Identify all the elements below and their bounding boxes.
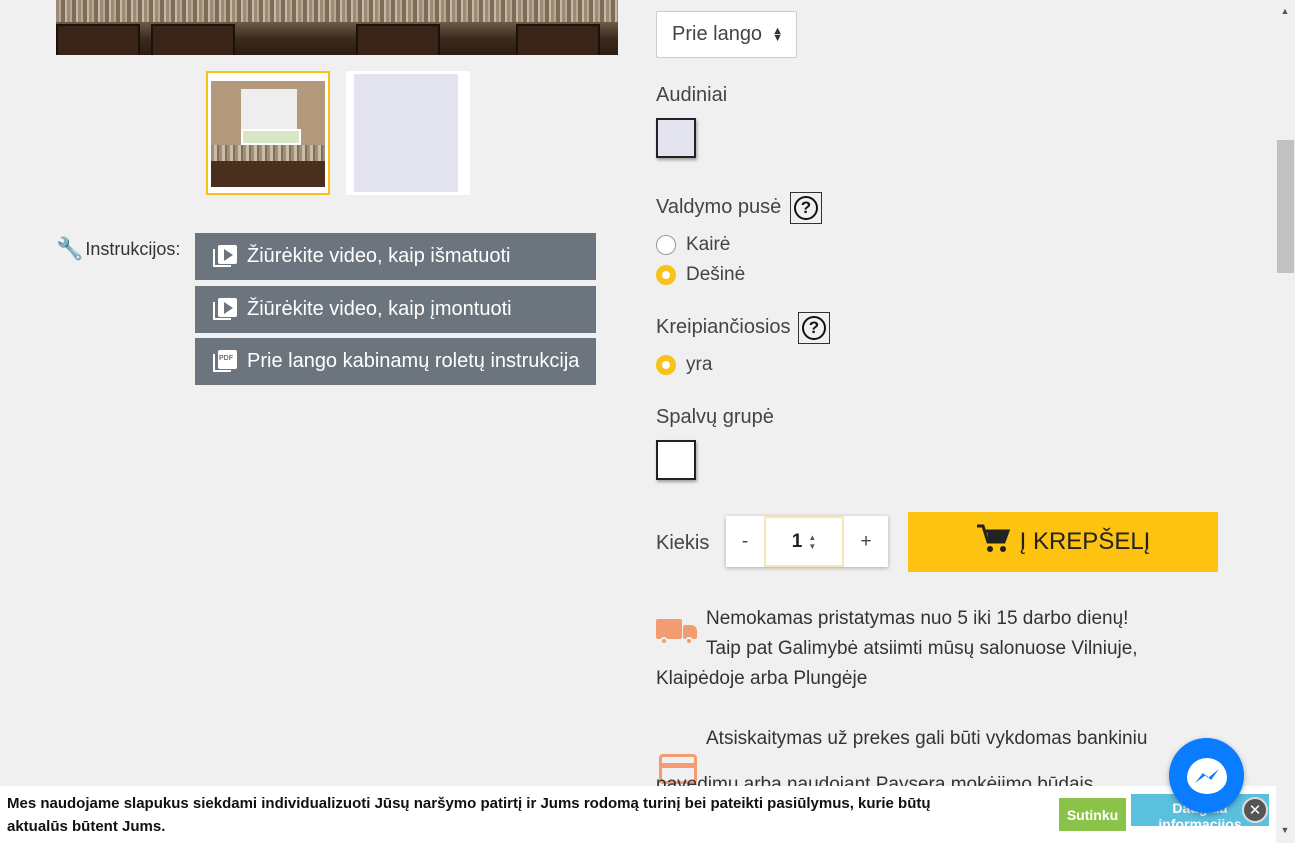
delivery-line-1: Nemokamas pristatymas nuo 5 iki 15 darbo… <box>706 608 1129 629</box>
radio-right-label: Dešinė <box>686 264 746 285</box>
radio-guides-yes[interactable]: yra <box>656 354 712 376</box>
video-measure-label: Žiūrėkite video, kaip išmatuoti <box>247 245 511 267</box>
main-product-image <box>56 0 618 55</box>
wrench-icon: 🔧 <box>56 236 84 261</box>
question-icon: ? <box>794 196 818 220</box>
select-arrows-icon: ▲ ▼ <box>772 24 783 44</box>
radio-guides-yes-label: yra <box>686 354 713 375</box>
thumbnail-fabric[interactable] <box>346 71 470 195</box>
quantity-stepper: - 1 ▲ ▼ + <box>726 516 888 567</box>
shopping-cart-icon <box>976 524 1010 561</box>
quantity-plus-button[interactable]: + <box>844 531 888 553</box>
radio-right[interactable]: Dešinė <box>656 264 745 286</box>
delivery-line-3: Klaipėdoje arba Plungėje <box>656 668 868 689</box>
color-group-swatch[interactable] <box>656 440 696 480</box>
radio-left-label: Kairė <box>686 234 731 255</box>
cookie-text-line-1: Mes naudojame slapukus siekdami individu… <box>7 795 931 812</box>
add-to-cart-button[interactable]: Į KREPŠELĮ <box>908 512 1218 572</box>
mount-type-select[interactable]: Prie lango ▲ ▼ <box>656 11 797 58</box>
quantity-minus-button[interactable]: - <box>726 531 764 553</box>
payment-line-1: Atsiskaitymas už prekes gali būti vykdom… <box>706 728 1148 749</box>
video-play-icon <box>213 244 237 269</box>
instructions-label: 🔧 Instrukcijos: <box>56 236 180 262</box>
cookie-agree-button[interactable]: Sutinku <box>1059 798 1126 831</box>
scrollbar-thumb[interactable] <box>1277 140 1294 273</box>
add-to-cart-label: Į KREPŠELĮ <box>1019 528 1151 555</box>
color-group-label: Spalvų grupė <box>656 406 774 428</box>
thumbnail-kitchen-window[interactable] <box>206 71 330 195</box>
mount-type-value: Prie lango <box>672 23 763 45</box>
instructions-label-text: Instrukcijos: <box>85 238 181 259</box>
cookie-consent-text: Mes naudojame slapukus siekdami individu… <box>7 792 1047 838</box>
question-icon: ? <box>802 316 826 340</box>
radio-circle-selected[interactable] <box>656 265 676 285</box>
quantity-input[interactable]: 1 ▲ ▼ <box>764 516 844 567</box>
fabrics-label: Audiniai <box>656 84 728 106</box>
video-measure-button[interactable]: Žiūrėkite video, kaip išmatuoti <box>195 233 596 280</box>
pdf-icon: PDF <box>213 349 237 374</box>
fabric-swatch[interactable] <box>656 118 696 158</box>
quantity-value: 1 <box>791 530 803 552</box>
guides-label: Kreipiančiosios <box>656 316 791 338</box>
cookie-text-line-2: aktualūs būtent Jums. <box>7 818 166 835</box>
cookie-close-icon[interactable]: ✕ <box>1242 797 1268 823</box>
messenger-icon <box>1186 757 1227 794</box>
video-play-icon <box>213 297 237 322</box>
guides-help-button[interactable]: ? <box>798 312 830 344</box>
delivery-line-2: Taip pat Galimybė atsiimti mūsų salonuos… <box>706 638 1138 659</box>
radio-left[interactable]: Kairė <box>656 234 730 256</box>
radio-circle-selected[interactable] <box>656 355 676 375</box>
scroll-down-arrow-icon[interactable]: ▼ <box>1278 825 1292 837</box>
messenger-chat-button[interactable] <box>1169 738 1244 813</box>
control-side-help-button[interactable]: ? <box>790 192 822 224</box>
control-side-label: Valdymo pusė <box>656 196 782 218</box>
quantity-label: Kiekis <box>656 532 710 554</box>
video-install-button[interactable]: Žiūrėkite video, kaip įmontuoti <box>195 286 596 333</box>
pdf-instructions-label: Prie lango kabinamų roletų instrukcija <box>247 350 580 372</box>
radio-circle[interactable] <box>656 235 676 255</box>
pdf-instructions-button[interactable]: PDF Prie lango kabinamų roletų instrukci… <box>195 338 596 385</box>
spinner-arrows-icon[interactable]: ▲ ▼ <box>808 533 816 551</box>
truck-icon <box>656 617 698 645</box>
video-install-label: Žiūrėkite video, kaip įmontuoti <box>247 298 512 320</box>
page-scrollbar[interactable] <box>1276 0 1295 843</box>
scroll-up-arrow-icon[interactable]: ▲ <box>1278 6 1292 18</box>
